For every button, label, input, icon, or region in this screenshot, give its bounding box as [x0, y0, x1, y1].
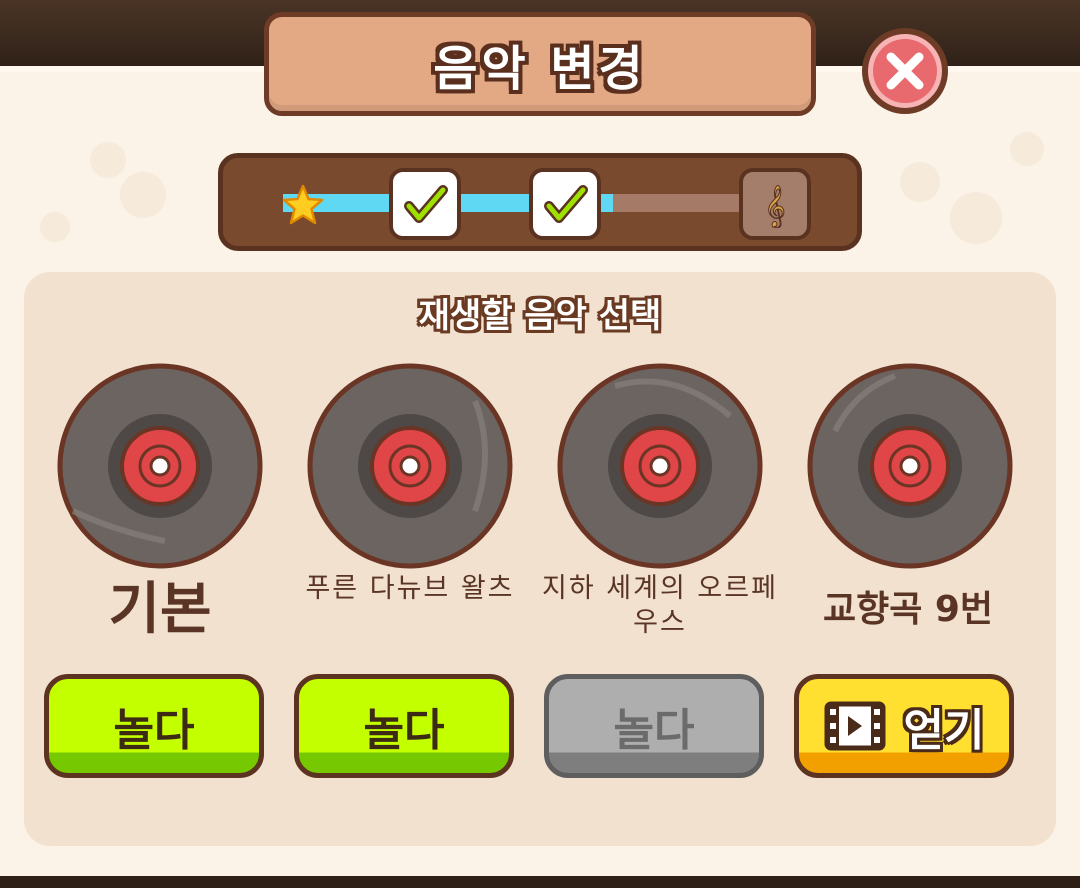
vinyl-record-icon [807, 363, 1013, 569]
progress-node-locked: 𝄞 [739, 168, 811, 240]
close-x-icon [886, 52, 924, 90]
checkmark-icon [544, 185, 588, 223]
track-name: 기본 [108, 577, 212, 642]
title-banner: 음악 변경 [264, 12, 816, 116]
paw-decoration [900, 162, 940, 202]
play-button[interactable]: 놀다 [294, 674, 514, 778]
get-button[interactable]: 얻기 [794, 674, 1014, 778]
play-button-label: 놀다 [113, 705, 195, 756]
close-button[interactable] [862, 28, 948, 114]
track-name: 교향곡 9번 [822, 589, 994, 630]
unlock-progress-bar: 𝄞 [218, 153, 862, 251]
record-disc[interactable] [55, 361, 265, 571]
checkmark-icon [404, 185, 448, 223]
paw-decoration [120, 172, 166, 218]
vinyl-record-icon [307, 363, 513, 569]
vinyl-record-icon [557, 363, 763, 569]
get-button-label: 얻기 [903, 705, 985, 756]
record-disc[interactable] [555, 361, 765, 571]
film-video-icon [824, 701, 886, 751]
track-name: 지하 세계의 오르페우스 [542, 573, 778, 638]
track-name: 푸른 다뉴브 왈츠 [305, 573, 515, 604]
paw-decoration [950, 192, 1002, 244]
play-button-disabled[interactable]: 놀다 [544, 674, 764, 778]
paw-decoration [90, 142, 126, 178]
play-button[interactable]: 놀다 [44, 674, 264, 778]
record-disc[interactable] [305, 361, 515, 571]
paw-decoration [40, 212, 70, 242]
svg-text:𝄞: 𝄞 [764, 185, 785, 228]
record-disc[interactable] [805, 361, 1015, 571]
progress-node-done [389, 168, 461, 240]
play-button-label: 놀다 [613, 705, 695, 756]
vinyl-record-icon [57, 363, 263, 569]
selection-title: 재생할 음악 선택 [418, 296, 662, 336]
paw-decoration [1010, 132, 1044, 166]
play-button-label: 놀다 [363, 705, 445, 756]
treble-clef-icon: 𝄞 [764, 185, 786, 229]
progress-node-done [529, 168, 601, 240]
star-icon [282, 184, 324, 225]
bottom-background [0, 876, 1080, 888]
dialog-title: 음악 변경 [433, 41, 647, 97]
